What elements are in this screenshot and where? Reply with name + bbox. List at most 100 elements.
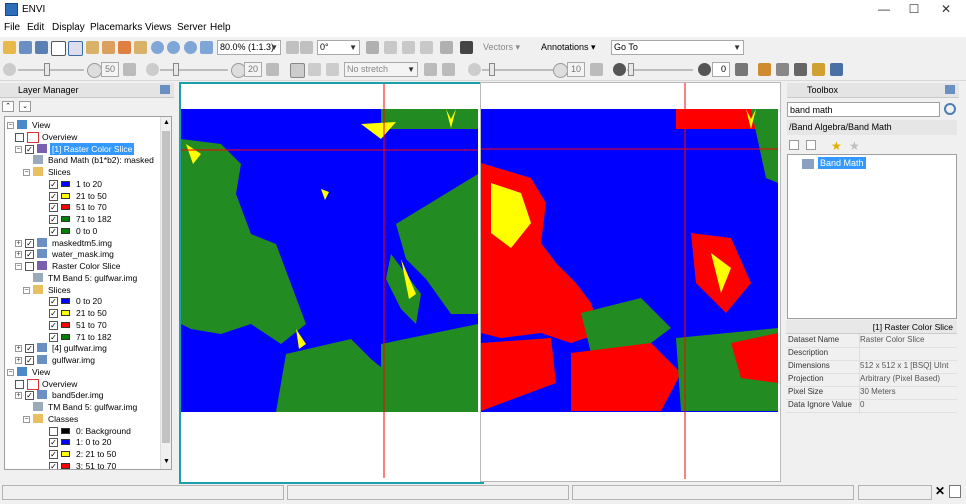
rotate-icon[interactable] bbox=[134, 41, 147, 54]
measure-icon[interactable] bbox=[440, 41, 453, 54]
hand-icon[interactable] bbox=[86, 41, 99, 54]
brightness-value[interactable]: 50 bbox=[101, 62, 119, 77]
visibility-checkbox[interactable]: ✓ bbox=[25, 391, 34, 401]
roam-icon[interactable] bbox=[102, 41, 115, 54]
stretch-combo[interactable]: No stretch ▼ bbox=[344, 62, 418, 77]
layer-tree-item[interactable]: ✓ 1 to 20 bbox=[49, 178, 160, 190]
refresh-icon[interactable] bbox=[735, 63, 748, 76]
select-icon[interactable] bbox=[51, 41, 66, 56]
expand-toggle-icon[interactable]: + bbox=[15, 239, 22, 247]
tool-band-math[interactable]: Band Math bbox=[818, 157, 866, 169]
layer-tree-item[interactable]: TM Band 5: gulfwar.img bbox=[33, 401, 160, 413]
expand-all-icon[interactable]: ⌄ bbox=[19, 101, 31, 112]
layer-tree-item[interactable]: ✓ 71 to 182 bbox=[49, 331, 160, 343]
open-folder-icon[interactable] bbox=[3, 41, 16, 54]
menu-display[interactable]: Display bbox=[52, 22, 85, 33]
expand-toggle-icon[interactable]: + bbox=[15, 251, 22, 259]
layer-tree-item[interactable]: Band Math (b1*b2): masked bbox=[33, 154, 160, 166]
collapse-all-icon[interactable]: ⌃ bbox=[2, 101, 14, 112]
layer-tree-item[interactable]: − ✓ [1] Raster Color Slice bbox=[15, 142, 160, 155]
screen-icon[interactable] bbox=[794, 63, 807, 76]
favorite-icon[interactable]: ★ bbox=[831, 139, 842, 153]
view-1[interactable] bbox=[179, 82, 484, 484]
transparency-slider-knob[interactable] bbox=[628, 63, 634, 76]
refresh-icon[interactable] bbox=[944, 103, 956, 115]
view-2[interactable] bbox=[480, 82, 781, 482]
layer-tree-item[interactable]: + ✓ band5der.img bbox=[15, 389, 160, 401]
menu-file[interactable]: File bbox=[4, 22, 20, 33]
zoom-icon[interactable] bbox=[151, 41, 164, 54]
layer-tree-item[interactable]: − Classes bbox=[23, 413, 160, 425]
contrast-value[interactable]: 20 bbox=[244, 62, 262, 77]
expand-all-icon[interactable] bbox=[806, 140, 816, 150]
layer-tree-scrollbar[interactable]: ▲ ▼ bbox=[160, 117, 171, 469]
layer-tree-item[interactable]: ✓ 71 to 182 bbox=[49, 213, 160, 225]
keyboard-icon[interactable] bbox=[460, 41, 473, 54]
rotate-right-icon[interactable] bbox=[300, 41, 313, 54]
scroll-up-icon[interactable]: ▲ bbox=[163, 119, 170, 126]
layer-tree-item[interactable]: ✓ 1: 0 to 20 bbox=[49, 436, 160, 448]
sharpen-slider-knob[interactable] bbox=[489, 63, 495, 76]
undock-icon[interactable] bbox=[945, 85, 955, 94]
visibility-checkbox[interactable]: ✓ bbox=[49, 450, 58, 459]
layer-tree-item[interactable]: ✓ 51 to 70 bbox=[49, 201, 160, 213]
layer-tree-item[interactable]: + ✓ water_mask.img bbox=[15, 248, 160, 260]
menu-help[interactable]: Help bbox=[210, 22, 231, 33]
expand-toggle-icon[interactable]: − bbox=[7, 368, 14, 376]
layer-tree-item[interactable]: Overview bbox=[15, 131, 160, 143]
scroll-down-icon[interactable]: ▼ bbox=[163, 458, 170, 465]
maximize-button[interactable]: ☐ bbox=[898, 0, 930, 20]
menu-views[interactable]: Views bbox=[145, 22, 172, 33]
brightness-slider[interactable] bbox=[18, 69, 84, 71]
layer-icon[interactable] bbox=[35, 41, 48, 54]
refresh-icon[interactable] bbox=[123, 63, 136, 76]
view-1-canvas[interactable] bbox=[181, 84, 478, 478]
visibility-checkbox[interactable]: ✓ bbox=[25, 356, 34, 365]
visibility-checkbox[interactable]: ✓ bbox=[25, 250, 34, 260]
layer-tree-item[interactable]: − Raster Color Slice bbox=[15, 260, 160, 272]
layout-icon[interactable] bbox=[812, 63, 825, 76]
layer-tree-item[interactable]: ✓ 21 to 50 bbox=[49, 307, 160, 319]
rotation-combo[interactable]: 0° ▼ bbox=[317, 40, 360, 55]
brightness-slider-knob[interactable] bbox=[44, 63, 50, 76]
layer-tree-item[interactable]: 0: Background bbox=[49, 425, 160, 437]
layer-tree-item[interactable]: ✓ 2: 21 to 50 bbox=[49, 448, 160, 460]
visibility-checkbox[interactable]: ✓ bbox=[49, 203, 58, 213]
layer-tree-item[interactable]: − Slices bbox=[23, 284, 160, 296]
expand-toggle-icon[interactable]: + bbox=[15, 345, 22, 353]
layer-tree-item[interactable]: − Slices bbox=[23, 166, 160, 178]
visibility-checkbox[interactable]: ✓ bbox=[49, 309, 58, 318]
transparency-value[interactable]: 0 bbox=[712, 62, 730, 77]
polyline-icon[interactable] bbox=[402, 41, 415, 54]
layer-tree-item[interactable]: + ✓ [4] gulfwar.img bbox=[15, 342, 160, 354]
expand-toggle-icon[interactable]: − bbox=[7, 122, 14, 129]
visibility-checkbox[interactable]: ✓ bbox=[25, 344, 34, 354]
visibility-checkbox[interactable]: ✓ bbox=[49, 297, 58, 307]
stretch-type-icon[interactable] bbox=[308, 63, 321, 76]
close-button[interactable]: ✕ bbox=[930, 0, 962, 20]
image-icon[interactable] bbox=[776, 63, 789, 76]
fly-icon[interactable] bbox=[118, 41, 131, 54]
sharpen-options-icon[interactable] bbox=[442, 63, 455, 76]
stretch-settings-icon[interactable] bbox=[326, 63, 339, 76]
expand-toggle-icon[interactable]: + bbox=[15, 392, 22, 400]
expand-toggle-icon[interactable]: − bbox=[15, 145, 22, 153]
cancel-process-icon[interactable]: ✕ bbox=[935, 485, 947, 498]
data-manager-icon[interactable] bbox=[19, 41, 32, 54]
rotate-left-icon[interactable] bbox=[286, 41, 299, 54]
zoom-combo[interactable]: 80.0% (1:1.3) ▼ bbox=[217, 40, 281, 55]
visibility-checkbox[interactable] bbox=[15, 379, 24, 389]
visibility-checkbox[interactable]: ✓ bbox=[49, 226, 58, 236]
sharpen-value[interactable]: 10 bbox=[567, 62, 585, 77]
histogram-icon[interactable] bbox=[290, 63, 305, 78]
expand-toggle-icon[interactable]: − bbox=[23, 169, 30, 176]
layer-tree-item[interactable]: ✓ 0 to 20 bbox=[49, 295, 160, 307]
visibility-checkbox[interactable]: ✓ bbox=[49, 320, 58, 330]
chart-icon[interactable] bbox=[758, 63, 771, 76]
vectors-menu[interactable]: Vectors ▾ bbox=[483, 42, 520, 53]
contrast-slider-knob[interactable] bbox=[173, 63, 179, 76]
collapse-all-icon[interactable] bbox=[789, 140, 799, 150]
view-2-canvas[interactable] bbox=[481, 83, 778, 479]
edit-vertex-icon[interactable] bbox=[420, 41, 433, 54]
visibility-checkbox[interactable] bbox=[49, 426, 58, 436]
